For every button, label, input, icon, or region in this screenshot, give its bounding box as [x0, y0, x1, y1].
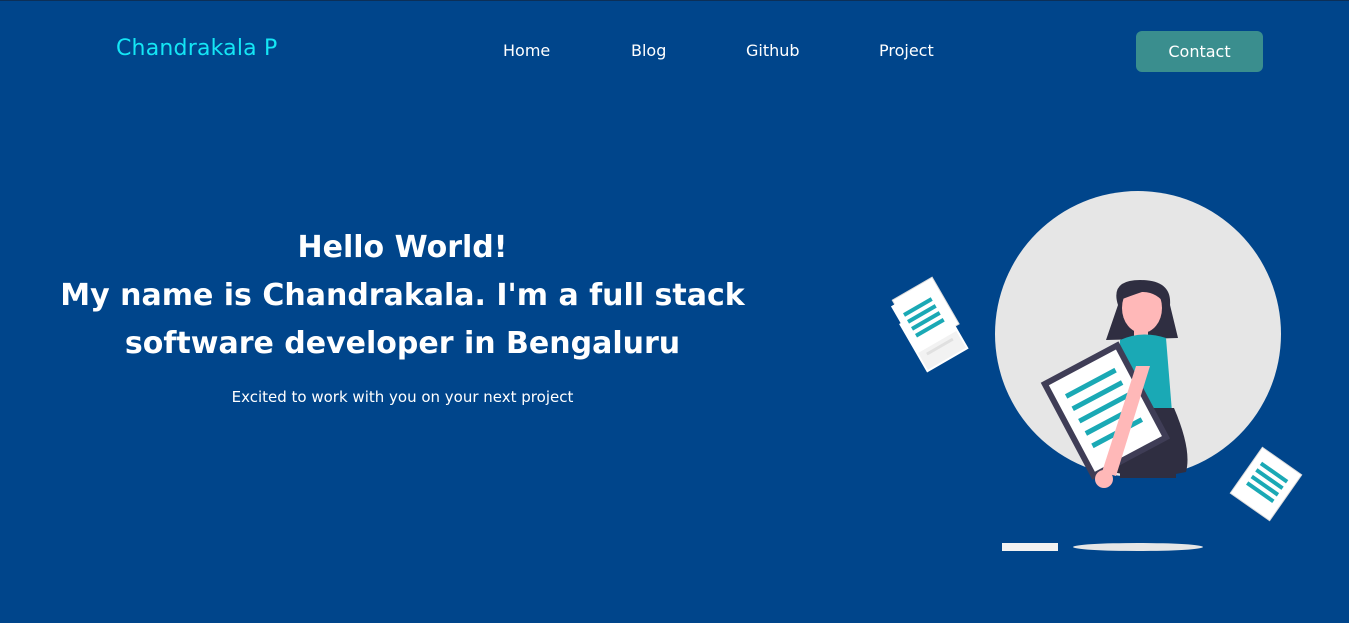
hero-location-line: software developer in Bengaluru	[124, 326, 681, 361]
hero-heading: Hello World! My name is Chandrakala. I'm…	[40, 224, 765, 368]
hero-subtitle: Excited to work with you on your next pr…	[231, 388, 574, 406]
contact-button[interactable]: Contact	[1136, 31, 1263, 72]
hero-greeting: Hello World!	[297, 230, 508, 265]
nav-link-home[interactable]: Home	[503, 41, 550, 60]
hero-section: Hello World! My name is Chandrakala. I'm…	[40, 224, 765, 406]
nav-link-blog[interactable]: Blog	[631, 41, 666, 60]
woman-hand	[1095, 470, 1113, 488]
hero-intro-line: My name is Chandrakala. I'm a full stack	[60, 278, 745, 313]
nav-link-github[interactable]: Github	[746, 41, 800, 60]
woman-holding-document-illustration	[880, 180, 1320, 570]
floor-shadow	[1073, 543, 1203, 551]
nav-link-project[interactable]: Project	[879, 41, 934, 60]
floor-block	[1002, 543, 1058, 551]
brand-logo[interactable]: Chandrakala P	[116, 36, 278, 61]
navbar: Chandrakala P Home Blog Github Project C…	[0, 0, 1349, 100]
floating-document-icon	[1229, 446, 1303, 522]
